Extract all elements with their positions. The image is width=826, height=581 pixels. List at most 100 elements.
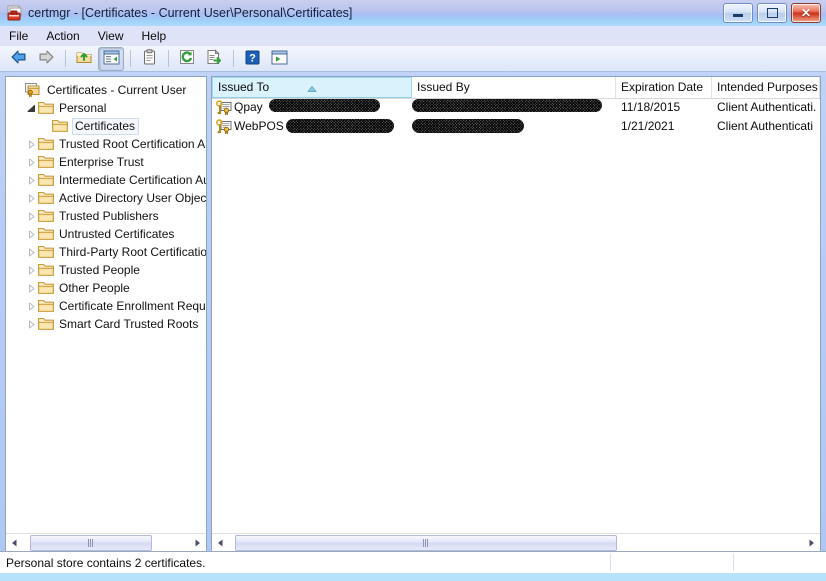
column-header-issued-by[interactable]: Issued By (412, 77, 616, 98)
folder-icon (38, 262, 54, 278)
tree-item-label: Certificates - Current User (47, 83, 187, 97)
certificate-row[interactable]: Qpay 11/18/2015 Client Authenticati. (212, 98, 820, 117)
list-header[interactable]: Issued To Issued By Expiration Date Intende… (212, 77, 820, 99)
list-scroll-right-button[interactable] (803, 534, 820, 551)
list-hscrollbar[interactable] (212, 533, 820, 551)
redaction-block (286, 119, 394, 133)
status-divider (733, 554, 734, 571)
cell-expiration-date: 11/18/2015 (621, 100, 681, 114)
tree-scroll-track[interactable] (23, 534, 189, 551)
list-rows[interactable]: Qpay 11/18/2015 Client Authenticati. WebPOS… (212, 98, 820, 533)
properties-button[interactable] (136, 47, 162, 71)
tree-item-smart-card-trusted-roots[interactable]: Smart Card Trusted Roots (6, 315, 206, 333)
expand-chevron-icon[interactable] (24, 315, 38, 333)
close-button[interactable]: ✕ (791, 3, 821, 23)
menu-action[interactable]: Action (37, 27, 88, 45)
close-icon: ✕ (800, 6, 812, 20)
expand-chevron-icon[interactable] (24, 135, 38, 153)
maximize-restore-button[interactable] (757, 3, 787, 23)
grip-icon (87, 539, 95, 547)
tree-item-label: Trusted People (59, 263, 140, 277)
help-icon: ? (245, 50, 260, 68)
help-button[interactable]: ? (239, 47, 265, 71)
folder-icon (38, 172, 54, 188)
column-header-label: Expiration Date (621, 80, 704, 94)
tree-item-label: Intermediate Certification Au (59, 173, 206, 187)
minimize-button[interactable] (723, 3, 753, 23)
sort-ascending-icon (307, 79, 317, 97)
list-scroll-thumb[interactable] (235, 535, 617, 551)
window-controls: ✕ (723, 3, 821, 23)
tree-item-active-directory-user-object[interactable]: Active Directory User Object (6, 189, 206, 207)
tree-scroll-left-button[interactable] (6, 534, 23, 551)
tree-hscrollbar[interactable] (6, 533, 206, 551)
folder-icon (38, 100, 54, 116)
properties-icon (143, 49, 156, 68)
tree-item-trusted-publishers[interactable]: Trusted Publishers (6, 207, 206, 225)
certificate-row[interactable]: WebPOS 1/21/2021 Client Authenticati (212, 117, 820, 136)
up-folder-button[interactable] (71, 47, 97, 71)
column-header-intended-purposes[interactable]: Intended Purposes (712, 77, 820, 98)
tree-item-intermediate-certification-au[interactable]: Intermediate Certification Au (6, 171, 206, 189)
cell-expiration-date: 1/21/2021 (621, 119, 675, 133)
list-scroll-left-button[interactable] (212, 534, 229, 551)
export-list-button[interactable] (201, 47, 227, 71)
tree-scroll-thumb[interactable] (30, 535, 152, 551)
list-scroll-track[interactable] (229, 534, 803, 551)
tree-item-label: Enterprise Trust (59, 155, 144, 169)
column-header-expiration-date[interactable]: Expiration Date (616, 77, 712, 98)
redaction-block (269, 99, 380, 112)
tree-item-enterprise-trust[interactable]: Enterprise Trust (6, 153, 206, 171)
folder-icon (38, 154, 54, 170)
status-divider (610, 554, 611, 571)
forward-button[interactable] (33, 47, 59, 71)
desktop-strip (0, 573, 826, 581)
menu-view[interactable]: View (89, 27, 133, 45)
menu-help[interactable]: Help (133, 27, 176, 45)
grip-icon (422, 539, 430, 547)
console-root-icon (24, 82, 41, 98)
tree-item-trusted-people[interactable]: Trusted People (6, 261, 206, 279)
expand-chevron-icon[interactable] (24, 297, 38, 315)
expand-chevron-icon[interactable] (24, 171, 38, 189)
refresh-button[interactable] (174, 47, 200, 71)
folder-icon (52, 118, 68, 134)
expand-chevron-icon[interactable] (24, 225, 38, 243)
toolbar-separator (65, 50, 66, 67)
status-text: Personal store contains 2 certificates. (6, 555, 206, 570)
tree-item-label: Untrusted Certificates (59, 227, 175, 241)
collapse-chevron-icon[interactable] (24, 99, 38, 117)
tree-item-personal[interactable]: Personal (6, 99, 206, 117)
tree-item-certificates[interactable]: Certificates (6, 117, 206, 135)
title-bar: certmgr - [Certificates - Current User\P… (0, 0, 826, 26)
folder-icon (38, 316, 54, 332)
folder-icon (38, 190, 54, 206)
expand-chevron-icon[interactable] (24, 189, 38, 207)
menu-file[interactable]: File (0, 27, 37, 45)
tree-item-third-party-root-certification[interactable]: Third-Party Root Certification (6, 243, 206, 261)
status-bar: Personal store contains 2 certificates. (0, 551, 826, 573)
column-header-issued-to[interactable]: Issued To (212, 77, 412, 98)
expand-chevron-icon[interactable] (24, 261, 38, 279)
cell-intended-purposes: Client Authenticati (717, 119, 814, 133)
certmgr-window: certmgr - [Certificates - Current User\P… (0, 0, 826, 581)
toolbar-separator (168, 50, 169, 67)
tree-item-trusted-root-certification-au[interactable]: Trusted Root Certification Au (6, 135, 206, 153)
new-window-button[interactable] (266, 47, 292, 71)
tree-item-label: Personal (59, 101, 107, 115)
show-hide-tree-button[interactable] (98, 46, 124, 71)
expand-chevron-icon[interactable] (24, 207, 38, 225)
expand-chevron-icon[interactable] (24, 243, 38, 261)
expand-chevron-icon[interactable] (24, 153, 38, 171)
tree-item-untrusted-certificates[interactable]: Untrusted Certificates (6, 225, 206, 243)
back-icon (10, 49, 28, 68)
folder-icon (38, 244, 54, 260)
tree-item-label: Active Directory User Object (59, 191, 206, 205)
tree-item-other-people[interactable]: Other People (6, 279, 206, 297)
tree-item-root[interactable]: Certificates - Current User (6, 81, 206, 99)
back-button[interactable] (6, 47, 32, 71)
tree-item-certificate-enrollment-reque[interactable]: Certificate Enrollment Reque (6, 297, 206, 315)
tree-scroll-right-button[interactable] (189, 534, 206, 551)
expand-chevron-icon[interactable] (24, 279, 38, 297)
console-tree[interactable]: Certificates - Current User Personal Certi… (6, 77, 206, 533)
